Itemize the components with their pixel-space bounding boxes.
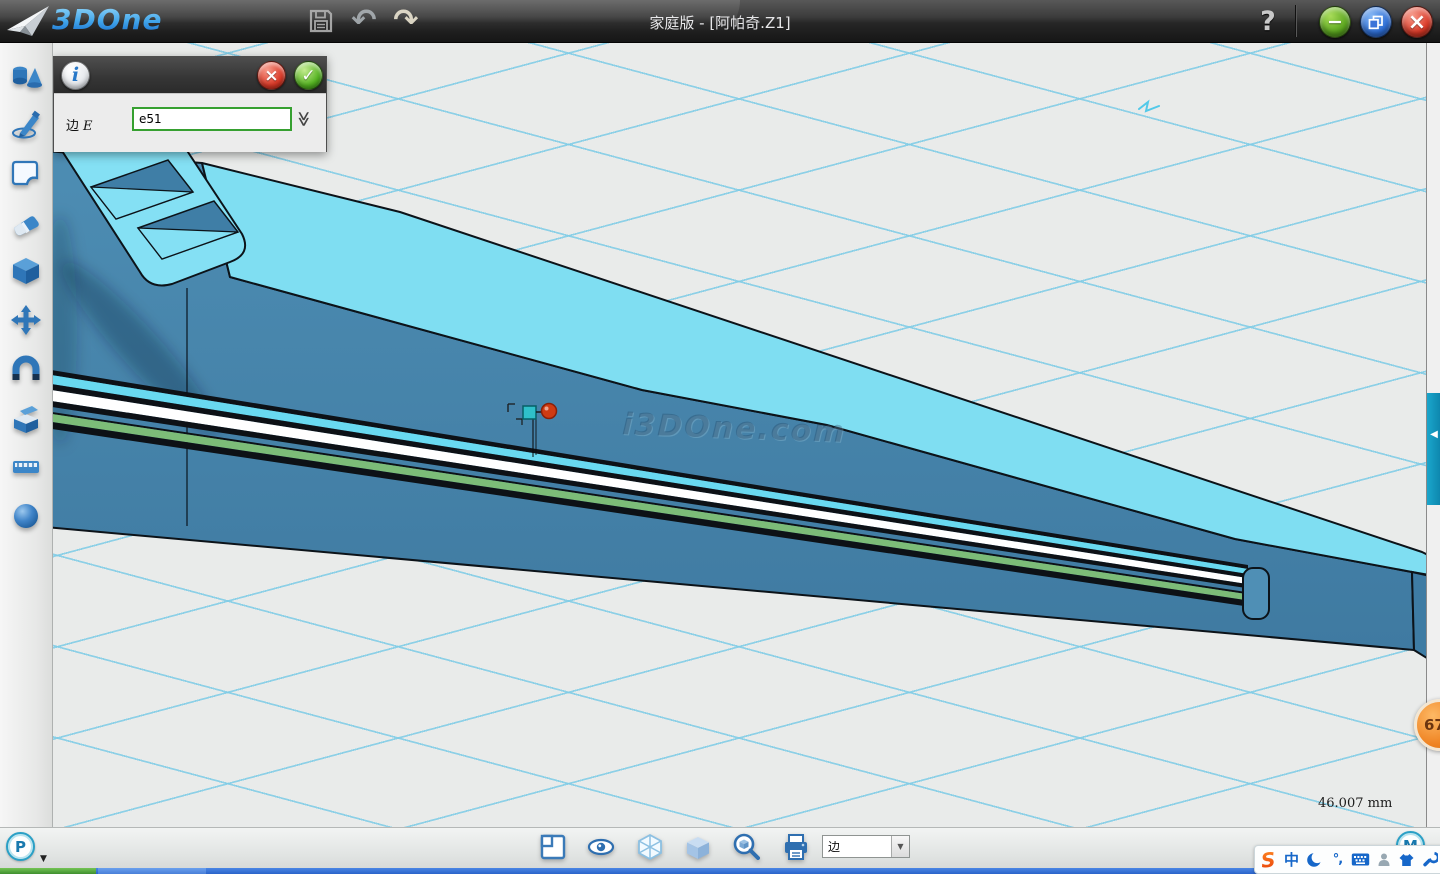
- cancel-x-icon: ×: [264, 66, 278, 86]
- close-button[interactable]: ×: [1401, 6, 1433, 38]
- solid-primitives-icon: [10, 61, 42, 93]
- paper-plane-logo-icon: [5, 4, 51, 38]
- close-icon: ×: [1408, 13, 1426, 32]
- rail-end-cap[interactable]: [1243, 568, 1269, 619]
- restore-icon: [1368, 15, 1384, 30]
- ime-settings-button[interactable]: [1419, 848, 1440, 871]
- help-icon: ?: [1260, 6, 1276, 37]
- dialog-body: 边E ≫: [54, 93, 326, 152]
- save-icon: [307, 7, 335, 35]
- sketch-pencil-icon: [10, 109, 42, 141]
- wrench-icon: [1421, 851, 1438, 868]
- dialog-confirm-button[interactable]: ✓: [294, 61, 323, 90]
- view-toolbar: P ▼: [0, 827, 1440, 869]
- sidebar-tool-feature[interactable]: [8, 253, 44, 289]
- edge-input[interactable]: [132, 107, 292, 131]
- sidebar-tool-sketch[interactable]: [8, 107, 44, 143]
- measurement-readout: 46.007 mm: [1318, 796, 1392, 811]
- dialog-header[interactable]: i × ✓: [54, 57, 326, 93]
- deform-eraser-icon: [10, 206, 42, 238]
- undo-icon: ↶: [351, 6, 376, 36]
- toolbar-print-button[interactable]: [779, 830, 813, 864]
- taskbar-start-segment[interactable]: [0, 868, 96, 874]
- tool-sidebar: [0, 42, 53, 827]
- help-button[interactable]: ?: [1250, 4, 1286, 38]
- ime-language-toggle[interactable]: 中: [1281, 848, 1302, 871]
- keyboard-icon: [1351, 852, 1370, 867]
- ime-fullwidth-toggle[interactable]: [1304, 848, 1325, 871]
- viewport-3d[interactable]: i3DOne.com 46.007 mm i × ✓ 边E ≫: [52, 42, 1426, 827]
- redo-icon: ↷: [393, 6, 418, 36]
- restore-button[interactable]: [1360, 6, 1392, 38]
- edge-field-label: 边E: [66, 115, 93, 134]
- save-button[interactable]: [303, 4, 339, 38]
- ime-softkeyboard-button[interactable]: [1350, 848, 1371, 871]
- panel-collapse-handle[interactable]: ◀: [1427, 393, 1440, 505]
- measure-caliper-icon: [10, 451, 42, 483]
- tshirt-icon: [1398, 852, 1415, 868]
- pick-filter-value: 边: [823, 838, 891, 855]
- minimize-button[interactable]: −: [1319, 6, 1351, 38]
- toolbar-shaded-button[interactable]: [681, 830, 715, 864]
- sidebar-tool-solid-primitives[interactable]: [8, 59, 44, 95]
- material-sphere-icon: [10, 500, 42, 532]
- minimize-icon: −: [1327, 13, 1343, 32]
- undo-button[interactable]: ↶: [346, 4, 382, 38]
- toolbar-pane-view-button[interactable]: [536, 830, 570, 864]
- sidebar-tool-combine[interactable]: [8, 400, 44, 436]
- confirm-check-icon: ✓: [301, 66, 315, 86]
- sketch-artifact: [1139, 102, 1159, 111]
- titlebar-divider: [1296, 5, 1297, 37]
- shaded-cube-icon: [683, 832, 713, 862]
- surface-sheet-icon: [10, 157, 42, 189]
- wing-end-face[interactable]: [1412, 572, 1426, 660]
- wireframe-cube-icon: [635, 832, 665, 862]
- toolbar-visibility-button[interactable]: [584, 830, 618, 864]
- dialog-cancel-button[interactable]: ×: [257, 61, 286, 90]
- redo-button[interactable]: ↷: [388, 4, 424, 38]
- window-titlebar[interactable]: 3DOne ↶ ↷ 家庭版 - [阿帕奇.Z1] ? −: [0, 0, 1440, 43]
- magnet-icon: [10, 353, 42, 385]
- edge-select-dialog: i × ✓ 边E ≫: [53, 56, 327, 152]
- marker-drag-ball[interactable]: [542, 404, 557, 419]
- sidebar-tool-constraint[interactable]: [8, 351, 44, 387]
- sogou-logo-button[interactable]: S: [1258, 848, 1279, 871]
- sidebar-tool-deform[interactable]: [8, 204, 44, 240]
- pick-filter-dropdown[interactable]: 边 ▼: [822, 835, 910, 858]
- dropdown-arrow-icon: ▼: [891, 836, 909, 857]
- user-icon: [1376, 852, 1392, 868]
- profile-caret-icon[interactable]: ▼: [40, 855, 47, 864]
- combine-solids-icon: [10, 402, 42, 434]
- move-arrows-icon: [10, 304, 42, 336]
- sidebar-tool-transform[interactable]: [8, 302, 44, 338]
- toolbar-wireframe-button[interactable]: [633, 830, 667, 864]
- moon-icon: [1306, 851, 1323, 868]
- os-taskbar-sliver[interactable]: [0, 868, 1440, 874]
- sidebar-tool-measure[interactable]: [8, 449, 44, 485]
- ime-punctuation-toggle[interactable]: °,: [1327, 848, 1348, 871]
- taskbar-app-segment[interactable]: [98, 868, 206, 874]
- marker-anchor-handle[interactable]: [523, 406, 536, 419]
- profile-menu-button[interactable]: P: [6, 832, 35, 861]
- toolbar-zoom-button[interactable]: [730, 830, 764, 864]
- print-icon: [781, 832, 811, 862]
- ime-skin-button[interactable]: [1396, 848, 1417, 871]
- info-icon: i: [61, 61, 90, 90]
- collapse-arrow-icon: ◀: [1430, 429, 1438, 505]
- visibility-eye-icon: [585, 832, 617, 862]
- zoom-magnifier-icon: [731, 831, 763, 863]
- sidebar-tool-material[interactable]: [8, 498, 44, 534]
- document-title: 家庭版 - [阿帕奇.Z1]: [420, 12, 1020, 33]
- app-logo-text: 3DOne: [52, 3, 162, 36]
- 3done-application-window: 3DOne ↶ ↷ 家庭版 - [阿帕奇.Z1] ? −: [0, 0, 1440, 874]
- feature-cube-icon: [10, 255, 42, 287]
- sogou-logo-icon: S: [1260, 847, 1277, 872]
- pane-view-icon: [538, 832, 568, 862]
- expand-options-chevron[interactable]: ≫: [295, 111, 313, 127]
- sogou-ime-toolbar: S 中 °,: [1254, 845, 1440, 874]
- ime-account-button[interactable]: [1373, 848, 1394, 871]
- sidebar-tool-surface[interactable]: [8, 155, 44, 191]
